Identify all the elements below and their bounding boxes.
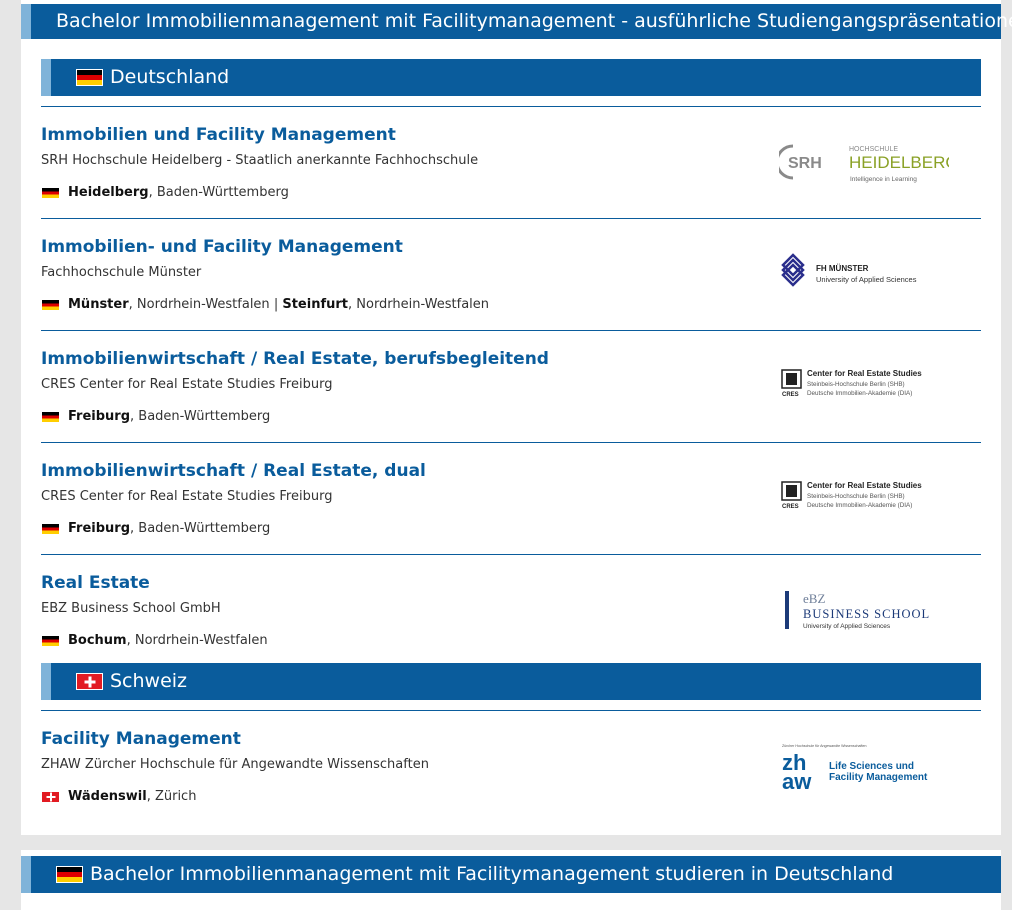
germany-flag-icon (76, 69, 103, 86)
location-region: , Baden-Württemberg (130, 409, 271, 424)
germany-flag-icon (41, 522, 60, 535)
cres-logo[interactable]: CRES Center for Real Estate Studies Steinb… (779, 473, 949, 523)
program-title-link[interactable]: Immobilienwirtschaft / Real Estate, dual (41, 461, 426, 481)
school-name: EBZ Business School GmbH (41, 601, 221, 616)
location-city: Münster (68, 297, 129, 312)
location-line: Wädenswil, Zürich (41, 789, 196, 804)
location-separator: | (269, 297, 283, 312)
germany-flag-icon (41, 410, 60, 423)
school-name: Fachhochschule Münster (41, 265, 202, 280)
page-title: Bachelor Immobilienmanagement mit Facili… (56, 10, 1012, 32)
logo-top: eBZ (803, 591, 825, 606)
logo-name: HEIDELBERG (849, 153, 949, 172)
germany-flag-icon (41, 634, 60, 647)
entry-divider (41, 330, 981, 331)
program-title-link[interactable]: Immobilien und Facility Management (41, 125, 396, 145)
cres-logo[interactable]: CRES Center for Real Estate Studies Steinb… (779, 361, 949, 411)
germany-flag-icon (41, 298, 60, 311)
location-region: , Baden-Württemberg (148, 185, 289, 200)
logo-name: BUSINESS SCHOOL (803, 607, 930, 621)
location-city: Freiburg (68, 409, 131, 424)
location-line: Freiburg, Baden-Württemberg (41, 409, 270, 424)
logo-sub: Facility Management (829, 772, 928, 783)
fh-muenster-logo[interactable]: FH MÜNSTER University of Applied Sciences (779, 249, 949, 299)
section-header-germany: Bachelor Immobilienmanagement mit Facili… (21, 856, 1001, 893)
location-line: Heidelberg, Baden-Württemberg (41, 185, 289, 200)
logo-mark-2: aw (782, 769, 812, 791)
logo-name: Center for Real Estate Studies (807, 481, 922, 490)
entry-divider (41, 106, 981, 107)
location-line: Bochum, Nordrhein-Westfalen (41, 633, 268, 648)
program-title-link[interactable]: Facility Management (41, 729, 241, 749)
location-region: , Nordrhein-Westfalen (126, 633, 268, 648)
location-line: Münster, Nordrhein-Westfalen | Steinfurt… (41, 297, 489, 312)
school-name: CRES Center for Real Estate Studies Frei… (41, 377, 333, 392)
entry-divider (41, 554, 981, 555)
location-line: Freiburg, Baden-Württemberg (41, 521, 270, 536)
section-header: Bachelor Immobilienmanagement mit Facili… (21, 4, 1012, 39)
study-in-germany-panel: Bachelor Immobilienmanagement mit Facili… (21, 850, 1001, 910)
location-region: , Baden-Württemberg (130, 521, 271, 536)
ebz-bar-icon (785, 591, 789, 629)
school-name: ZHAW Zürcher Hochschule für Angewandte W… (41, 757, 429, 772)
program-entry: Facility Management ZHAW Zürcher Hochschu… (41, 729, 981, 839)
cres-emblem-fill (786, 485, 797, 497)
location-region: , Nordrhein-Westfalen (348, 297, 490, 312)
logo-name: Life Sciences und (829, 761, 914, 772)
cres-emblem-fill (786, 373, 797, 385)
logo-sub: University of Applied Sciences (816, 275, 917, 284)
country-name: Deutschland (110, 66, 230, 88)
program-title-link[interactable]: Immobilienwirtschaft / Real Estate, beru… (41, 349, 549, 369)
header-accent-bar (21, 4, 31, 39)
country-header-ch: Schweiz (41, 663, 981, 700)
germany-flag-icon (56, 866, 83, 883)
location-region: , Nordrhein-Westfalen (128, 297, 270, 312)
entry-divider (41, 442, 981, 443)
country-name: Schweiz (110, 670, 188, 692)
header-accent-bar (41, 663, 51, 700)
logo-claim: Intelligence in Learning (850, 176, 917, 183)
logo-sub: Steinbeis-Hochschule Berlin (SHB) (807, 381, 905, 388)
entry-divider (41, 710, 981, 711)
school-name: CRES Center for Real Estate Studies Frei… (41, 489, 333, 504)
section-title: Bachelor Immobilienmanagement mit Facili… (90, 863, 894, 885)
germany-flag-icon (41, 186, 60, 199)
logo-top: Zürcher Hochschule für Angewandte Wissen… (782, 744, 867, 748)
zhaw-logo[interactable]: Zürcher Hochschule für Angewandte Wissen… (779, 741, 949, 794)
location-region: , Zürich (146, 789, 197, 804)
school-name: SRH Hochschule Heidelberg - Staatlich an… (41, 153, 479, 168)
header-accent-bar (21, 856, 31, 893)
program-title-link[interactable]: Real Estate (41, 573, 150, 593)
country-header-de: Deutschland (41, 59, 981, 96)
switzerland-flag-icon (41, 790, 60, 803)
programs-panel: Bachelor Immobilienmanagement mit Facili… (21, 0, 1012, 835)
location-city: Freiburg (68, 521, 131, 536)
logo-mark: CRES (782, 392, 799, 398)
location-city: Bochum (68, 633, 127, 648)
logo-mark: SRH (788, 155, 822, 172)
logo-sub: Steinbeis-Hochschule Berlin (SHB) (807, 493, 905, 500)
location-city: Heidelberg (68, 185, 149, 200)
location-city: Wädenswil (68, 789, 147, 804)
srh-heidelberg-logo[interactable]: SRH HOCHSCHULE HEIDELBERG Intelligence in L… (775, 137, 959, 187)
logo-sub: University of Applied Sciences (803, 623, 891, 630)
logo-top: HOCHSCHULE (849, 146, 898, 153)
logo-sub2: Deutsche Immobilien-Akademie (DIA) (807, 502, 912, 509)
logo-mark: CRES (782, 504, 799, 510)
logo-name: Center for Real Estate Studies (807, 369, 922, 378)
switzerland-flag-icon (76, 673, 103, 690)
location-city: Steinfurt (282, 297, 348, 312)
header-accent-bar (41, 59, 51, 96)
ebz-logo[interactable]: eBZ BUSINESS SCHOOL University of Applied … (779, 585, 949, 635)
program-title-link[interactable]: Immobilien- und Facility Management (41, 237, 403, 257)
logo-name: FH MÜNSTER (816, 264, 869, 273)
entry-divider (41, 218, 981, 219)
logo-sub2: Deutsche Immobilien-Akademie (DIA) (807, 390, 912, 397)
